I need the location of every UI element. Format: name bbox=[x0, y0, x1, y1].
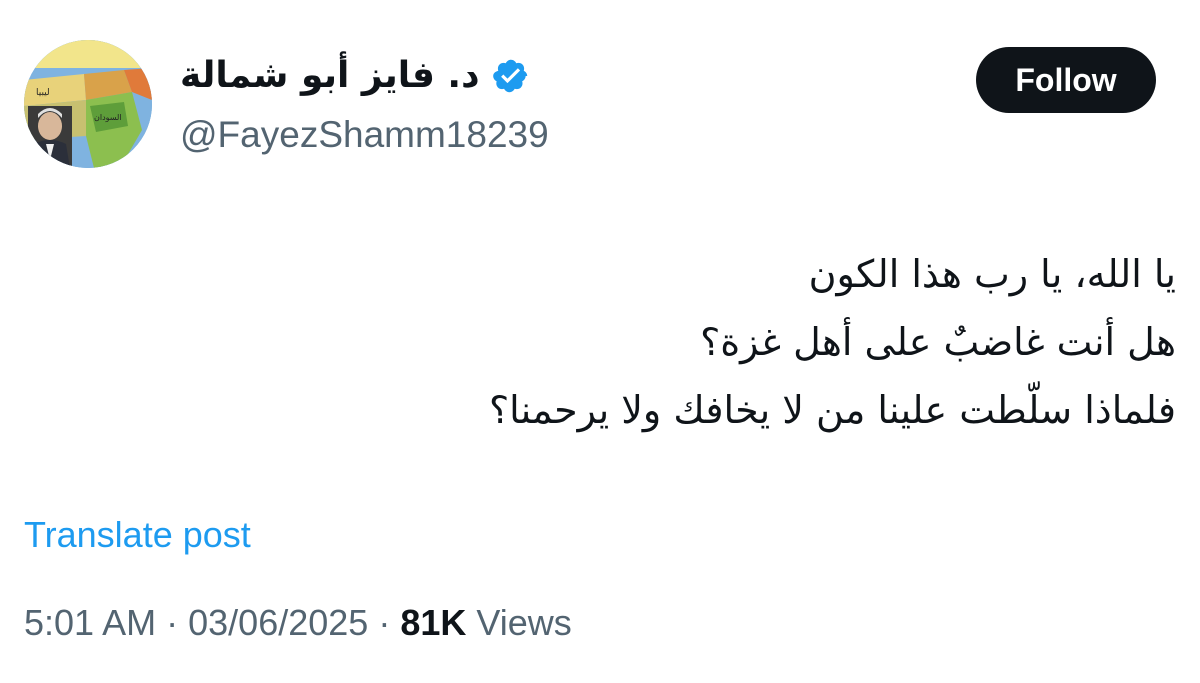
author-name-row[interactable]: د. فايز أبو شمالة bbox=[180, 52, 530, 100]
author-handle[interactable]: @FayezShamm18239 bbox=[180, 112, 549, 158]
views-label: Views bbox=[476, 602, 572, 643]
avatar-map-label-sudan: السودان bbox=[94, 113, 122, 122]
author-display-name[interactable]: د. فايز أبو شمالة bbox=[180, 52, 480, 100]
verified-badge-icon bbox=[492, 59, 527, 93]
avatar-map-label-libya: ليبيا bbox=[36, 88, 50, 98]
meta-separator: · bbox=[166, 602, 179, 643]
post-meta: 5:01 AM · 03/06/2025 · 81K Views bbox=[24, 600, 572, 646]
post-time[interactable]: 5:01 AM bbox=[24, 602, 156, 643]
post-date[interactable]: 03/06/2025 bbox=[188, 602, 368, 643]
post-text-line: يا الله، يا رب هذا الكون bbox=[808, 252, 1176, 296]
views-count: 81K bbox=[400, 602, 467, 643]
follow-button[interactable]: Follow bbox=[976, 47, 1156, 113]
meta-separator: · bbox=[378, 602, 391, 643]
post-text: يا الله، يا رب هذا الكون هل أنت غاضبٌ عل… bbox=[76, 240, 1176, 444]
post-text-line: فلماذا سلّطت علينا من لا يخافك ولا يرحمن… bbox=[488, 388, 1176, 432]
translate-post-link[interactable]: Translate post bbox=[24, 512, 251, 558]
avatar[interactable]: ليبيا السودان bbox=[24, 40, 152, 168]
post-text-line: هل أنت غاضبٌ على أهل غزة؟ bbox=[700, 320, 1176, 364]
avatar-map-image: ليبيا السودان bbox=[24, 40, 152, 168]
